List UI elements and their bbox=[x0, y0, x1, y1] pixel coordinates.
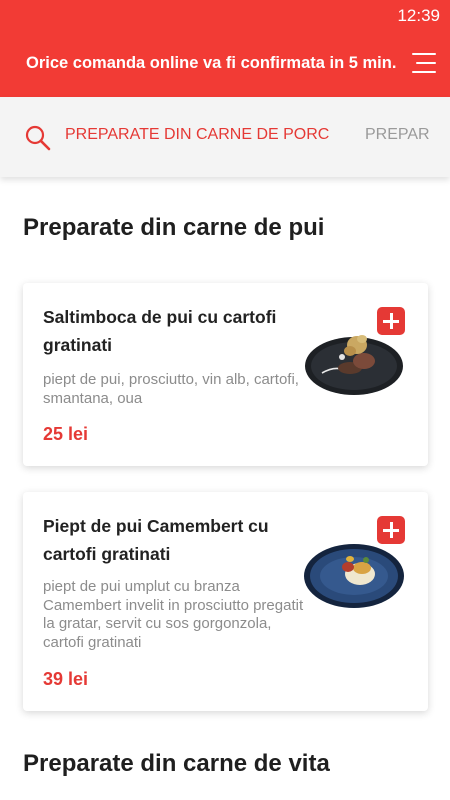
product-description: piept de pui umplut cu branza Camembert … bbox=[43, 578, 304, 651]
section-title-pui: Preparate din carne de pui bbox=[23, 214, 325, 241]
add-to-cart-button[interactable] bbox=[377, 307, 405, 335]
status-bar: 12:39 bbox=[0, 0, 450, 34]
search-icon[interactable] bbox=[24, 124, 52, 152]
product-name: Saltimboca de pui cu cartofi gratinati bbox=[43, 307, 277, 355]
section-title-vita: Preparate din carne de vita bbox=[23, 750, 330, 777]
product-image bbox=[302, 534, 406, 610]
product-card[interactable]: Piept de pui Camembert cu cartofi gratin… bbox=[23, 492, 428, 711]
product-description: piept de pui, prosciutto, vin alb, carto… bbox=[43, 371, 299, 407]
add-to-cart-button[interactable] bbox=[377, 516, 405, 544]
info-banner-text: Orice comanda online va fi confirmata in… bbox=[26, 54, 397, 72]
hamburger-menu-icon[interactable] bbox=[412, 52, 436, 74]
product-price: 25 lei bbox=[43, 424, 89, 444]
product-card[interactable]: Saltimboca de pui cu cartofi gratinati p… bbox=[23, 283, 428, 466]
product-name: Piept de pui Camembert cu cartofi gratin… bbox=[43, 516, 269, 564]
product-price: 39 lei bbox=[43, 669, 89, 689]
tab-preparate-porc[interactable]: PREPARATE DIN CARNE DE PORC bbox=[65, 126, 329, 144]
menu-list[interactable]: Preparate din carne de pui Saltimboca de… bbox=[0, 177, 450, 800]
top-app-bar: Orice comanda online va fi confirmata in… bbox=[0, 34, 450, 97]
status-time: 12:39 bbox=[397, 6, 440, 25]
tab-next-category[interactable]: PREPAR bbox=[365, 126, 430, 144]
category-tab-bar: PREPARATE DIN CARNE DE PORC PREPAR bbox=[0, 97, 450, 177]
